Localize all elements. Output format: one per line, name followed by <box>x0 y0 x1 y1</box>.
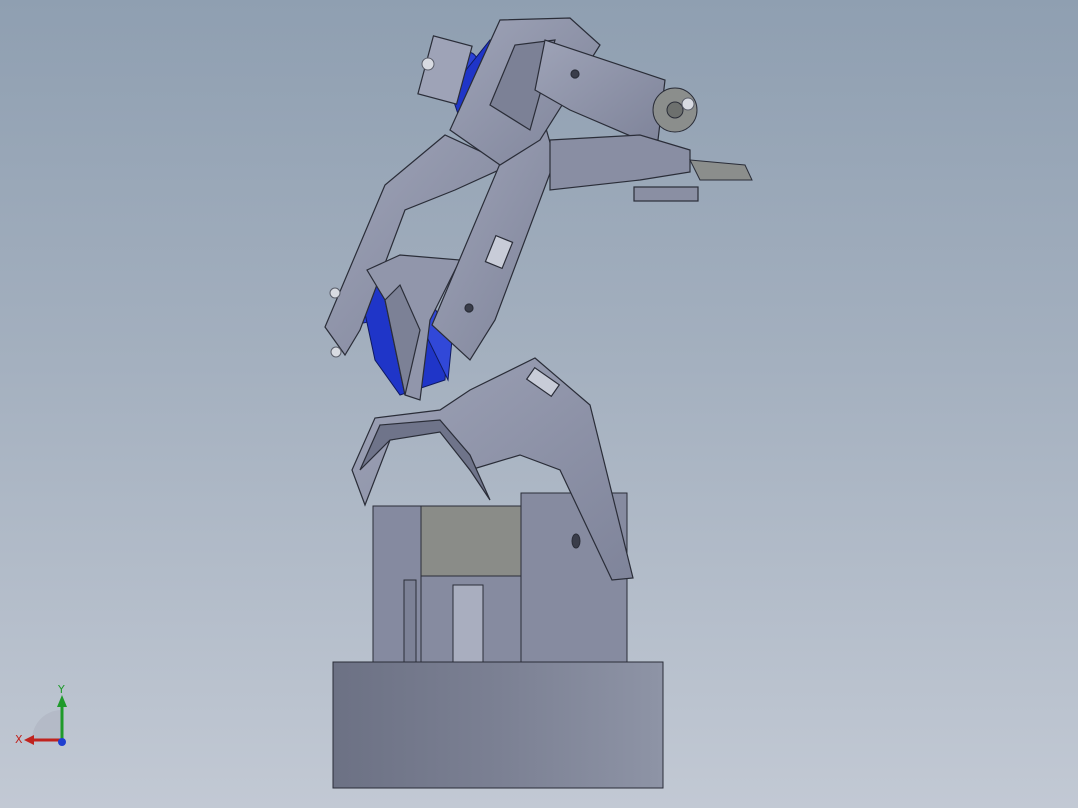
base-block <box>332 661 664 789</box>
x-axis-label: X <box>15 733 23 746</box>
coordinate-triad: Y X <box>15 685 67 746</box>
y-axis-label: Y <box>57 685 65 696</box>
cad-viewport[interactable]: Y X <box>0 0 1078 808</box>
x-axis-arrowhead <box>24 735 34 745</box>
y-axis-arrowhead <box>57 695 67 707</box>
robot-arm-model[interactable] <box>0 0 1078 808</box>
triad-plane-shading <box>32 710 62 740</box>
z-axis-dot <box>58 738 66 746</box>
